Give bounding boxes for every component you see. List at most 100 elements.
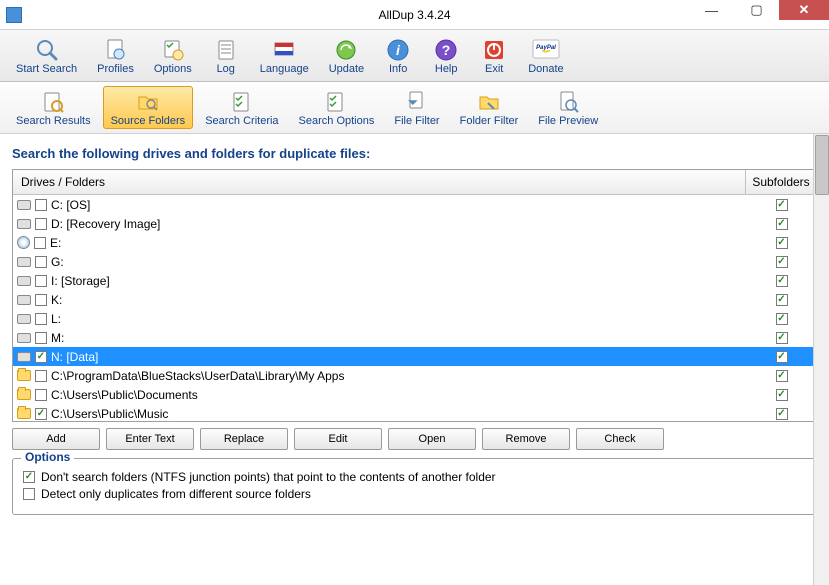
row-subfolders-cell[interactable] (746, 275, 816, 287)
checkbox-icon[interactable] (23, 471, 35, 483)
row-checkbox[interactable] (35, 313, 47, 325)
profiles-button[interactable]: Profiles (89, 34, 142, 77)
row-checkbox[interactable] (35, 275, 47, 287)
folder-icon (17, 370, 31, 381)
subfolders-checkbox[interactable] (776, 294, 788, 306)
subfolders-checkbox[interactable] (776, 370, 788, 382)
row-path-cell[interactable]: C:\Users\Public\Documents (13, 388, 746, 402)
donate-button[interactable]: PayPal Donate (520, 34, 571, 77)
close-button[interactable]: ✕ (779, 0, 829, 20)
subfolders-checkbox[interactable] (776, 313, 788, 325)
tab-folder-filter[interactable]: Folder Filter (452, 86, 527, 129)
subfolders-checkbox[interactable] (776, 389, 788, 401)
remove-button[interactable]: Remove (482, 428, 570, 450)
row-subfolders-cell[interactable] (746, 351, 816, 363)
row-checkbox[interactable] (35, 199, 47, 211)
row-path-cell[interactable]: E: (13, 236, 746, 250)
row-path-cell[interactable]: I: [Storage] (13, 274, 746, 288)
row-subfolders-cell[interactable] (746, 199, 816, 211)
subfolders-checkbox[interactable] (776, 256, 788, 268)
row-checkbox[interactable] (35, 370, 47, 382)
subfolders-checkbox[interactable] (776, 199, 788, 211)
svg-text:?: ? (442, 42, 451, 58)
row-checkbox[interactable] (34, 237, 46, 249)
row-subfolders-cell[interactable] (746, 294, 816, 306)
grid-row[interactable]: M: (13, 328, 816, 347)
info-button[interactable]: i Info (376, 34, 420, 77)
grid-body[interactable]: C: [OS] D: [Recovery Image] E: G: I: [Storag… (13, 195, 816, 421)
col-header-subfolders[interactable]: Subfolders (746, 170, 816, 194)
add-button[interactable]: Add (12, 428, 100, 450)
row-subfolders-cell[interactable] (746, 256, 816, 268)
checkbox-icon[interactable] (23, 488, 35, 500)
option-different-sources[interactable]: Detect only duplicates from different so… (23, 487, 806, 501)
row-subfolders-cell[interactable] (746, 218, 816, 230)
row-checkbox[interactable] (35, 218, 47, 230)
row-subfolders-cell[interactable] (746, 332, 816, 344)
tab-search-options[interactable]: Search Options (291, 86, 383, 129)
option-ntfs-junction[interactable]: Don't search folders (NTFS junction poin… (23, 470, 806, 484)
grid-row[interactable]: C: [OS] (13, 195, 816, 214)
options-button[interactable]: Options (146, 34, 200, 77)
row-checkbox[interactable] (35, 389, 47, 401)
vertical-scrollbar[interactable] (813, 134, 829, 585)
language-button[interactable]: Language (252, 34, 317, 77)
subfolders-checkbox[interactable] (776, 275, 788, 287)
row-path-cell[interactable]: D: [Recovery Image] (13, 217, 746, 231)
row-path-cell[interactable]: C:\Users\Public\Music (13, 407, 746, 421)
row-checkbox[interactable] (35, 351, 47, 363)
subfolders-checkbox[interactable] (776, 218, 788, 230)
row-path-cell[interactable]: C: [OS] (13, 198, 746, 212)
grid-row[interactable]: C:\ProgramData\BlueStacks\UserData\Libra… (13, 366, 816, 385)
grid-row[interactable]: C:\Users\Public\Music (13, 404, 816, 421)
row-subfolders-cell[interactable] (746, 370, 816, 382)
grid-row[interactable]: D: [Recovery Image] (13, 214, 816, 233)
enter-text-button[interactable]: Enter Text (106, 428, 194, 450)
tab-file-filter[interactable]: File Filter (386, 86, 447, 129)
tab-file-preview[interactable]: File Preview (530, 86, 606, 129)
row-subfolders-cell[interactable] (746, 389, 816, 401)
row-path-cell[interactable]: K: (13, 293, 746, 307)
subfolders-checkbox[interactable] (776, 408, 788, 420)
grid-row[interactable]: L: (13, 309, 816, 328)
row-checkbox[interactable] (35, 408, 47, 420)
row-subfolders-cell[interactable] (746, 313, 816, 325)
start-search-button[interactable]: Start Search (8, 34, 85, 77)
grid-row[interactable]: N: [Data] (13, 347, 816, 366)
grid-row[interactable]: C:\Users\Public\Documents (13, 385, 816, 404)
row-checkbox[interactable] (35, 294, 47, 306)
app-icon (6, 7, 22, 23)
row-path-cell[interactable]: N: [Data] (13, 350, 746, 364)
tab-source-folders[interactable]: Source Folders (103, 86, 194, 129)
help-button[interactable]: ? Help (424, 34, 468, 77)
grid-row[interactable]: K: (13, 290, 816, 309)
replace-button[interactable]: Replace (200, 428, 288, 450)
subfolders-checkbox[interactable] (776, 237, 788, 249)
row-path-cell[interactable]: L: (13, 312, 746, 326)
row-subfolders-cell[interactable] (746, 237, 816, 249)
grid-row[interactable]: E: (13, 233, 816, 252)
row-path-cell[interactable]: C:\ProgramData\BlueStacks\UserData\Libra… (13, 369, 746, 383)
subfolders-checkbox[interactable] (776, 332, 788, 344)
subfolders-checkbox[interactable] (776, 351, 788, 363)
maximize-button[interactable]: ▢ (734, 0, 779, 20)
row-path-cell[interactable]: M: (13, 331, 746, 345)
log-button[interactable]: Log (204, 34, 248, 77)
row-subfolders-cell[interactable] (746, 408, 816, 420)
edit-button[interactable]: Edit (294, 428, 382, 450)
tab-search-results[interactable]: Search Results (8, 86, 99, 129)
row-checkbox[interactable] (35, 332, 47, 344)
col-header-drives[interactable]: Drives / Folders (13, 170, 746, 194)
update-button[interactable]: Update (321, 34, 372, 77)
grid-row[interactable]: I: [Storage] (13, 271, 816, 290)
toolbar-label: Language (260, 63, 309, 75)
tab-search-criteria[interactable]: Search Criteria (197, 86, 286, 129)
row-checkbox[interactable] (35, 256, 47, 268)
check-button[interactable]: Check (576, 428, 664, 450)
row-path-cell[interactable]: G: (13, 255, 746, 269)
grid-row[interactable]: G: (13, 252, 816, 271)
open-button[interactable]: Open (388, 428, 476, 450)
exit-button[interactable]: Exit (472, 34, 516, 77)
scrollbar-thumb[interactable] (815, 135, 829, 195)
minimize-button[interactable]: — (689, 0, 734, 20)
